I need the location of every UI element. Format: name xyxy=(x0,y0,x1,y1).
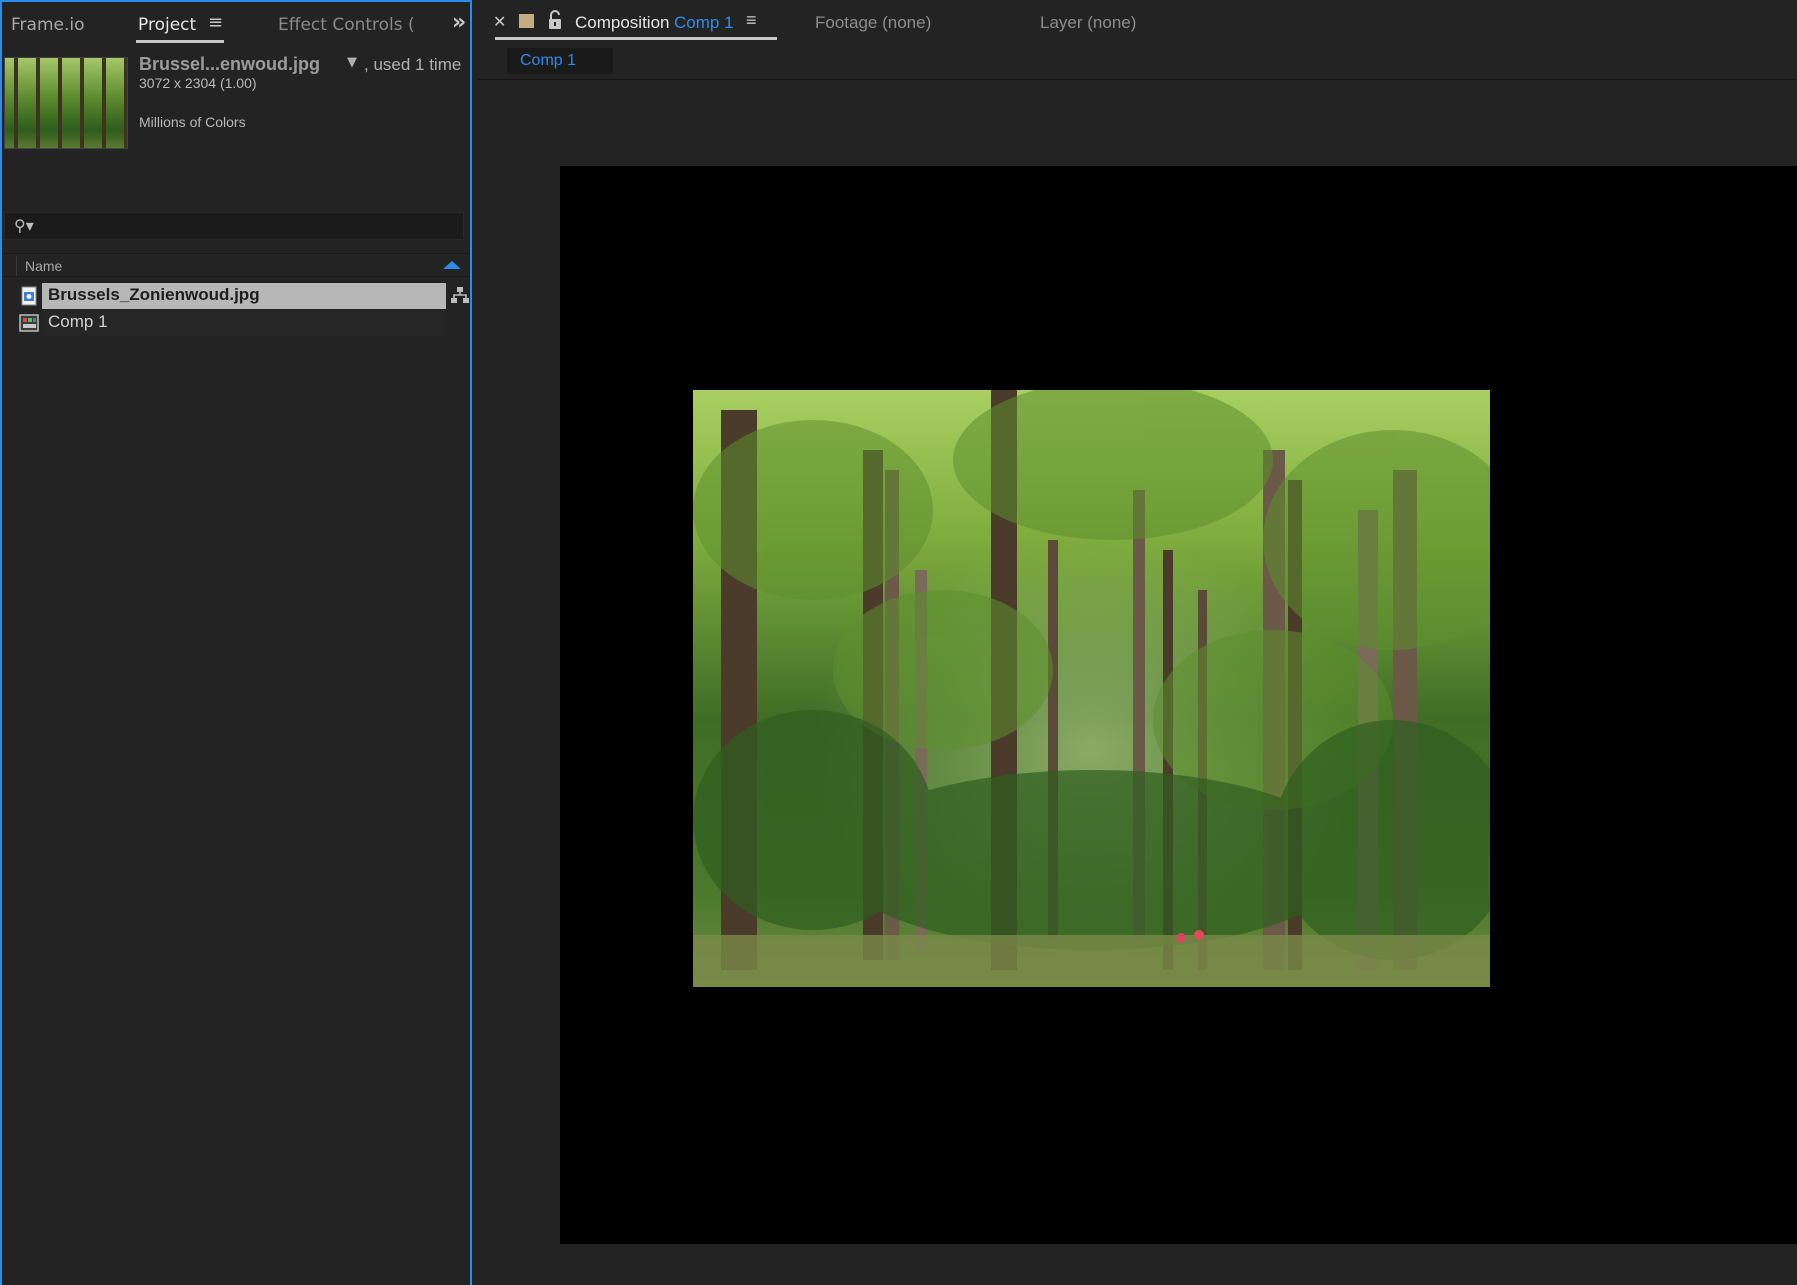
project-item-row[interactable]: Comp 1 xyxy=(2,310,448,336)
project-panel-menu-icon[interactable]: ≡ xyxy=(208,12,223,33)
panel-overflow-icon[interactable]: » xyxy=(452,10,466,35)
lock-icon[interactable] xyxy=(547,10,563,30)
forest-footage-image xyxy=(693,390,1490,987)
tab-composition-name[interactable]: Comp 1 xyxy=(674,13,734,33)
label-color-swatch[interactable] xyxy=(519,14,534,28)
footage-icon xyxy=(21,286,37,306)
flowchart-icon[interactable] xyxy=(450,285,470,305)
asset-usage: , used 1 time xyxy=(364,55,462,74)
asset-name: Brussel...enwoud.jpg xyxy=(139,54,321,74)
tab-project[interactable]: Project xyxy=(138,15,196,35)
composition-navigator: Comp 1 xyxy=(478,44,1797,80)
composition-panel-menu-icon[interactable]: ≡ xyxy=(746,10,757,31)
tab-effect-controls[interactable]: Effect Controls (nc xyxy=(278,15,416,35)
column-header-name[interactable]: Name xyxy=(25,258,62,274)
active-tab-indicator xyxy=(495,37,777,40)
asset-thumbnail xyxy=(4,57,128,149)
active-tab-indicator xyxy=(136,40,224,43)
list-header: Name xyxy=(2,253,470,277)
tab-composition[interactable]: Composition xyxy=(575,13,670,33)
search-input[interactable] xyxy=(43,215,453,237)
close-icon[interactable]: ✕ xyxy=(493,12,506,32)
right-tab-bar: ✕ Composition Comp 1 ≡ Footage (none) La… xyxy=(478,0,1797,44)
tab-frameio[interactable]: Frame.io xyxy=(11,15,85,35)
asset-dimensions: 3072 x 2304 (1.00) xyxy=(139,75,257,91)
left-tab-bar: Frame.io Project ≡ Effect Controls (nc » xyxy=(2,2,470,46)
asset-color-depth: Millions of Colors xyxy=(139,114,246,130)
tab-footage[interactable]: Footage (none) xyxy=(815,13,931,33)
project-item-label: Brussels_Zonienwoud.jpg xyxy=(48,285,260,304)
project-search: ⚲▾ xyxy=(4,212,464,240)
usage-dropdown-icon[interactable]: ▼ xyxy=(347,55,357,70)
project-panel: Frame.io Project ≡ Effect Controls (nc »… xyxy=(0,0,472,1285)
sort-ascending-icon[interactable] xyxy=(443,261,461,269)
composition-icon xyxy=(19,314,39,332)
search-icon[interactable]: ⚲▾ xyxy=(14,216,34,235)
tab-layer[interactable]: Layer (none) xyxy=(1040,13,1136,33)
project-item-label: Comp 1 xyxy=(48,312,108,331)
column-divider[interactable] xyxy=(16,256,17,276)
breadcrumb[interactable]: Comp 1 xyxy=(507,48,613,74)
project-item-row[interactable]: Brussels_Zonienwoud.jpg xyxy=(2,283,448,309)
